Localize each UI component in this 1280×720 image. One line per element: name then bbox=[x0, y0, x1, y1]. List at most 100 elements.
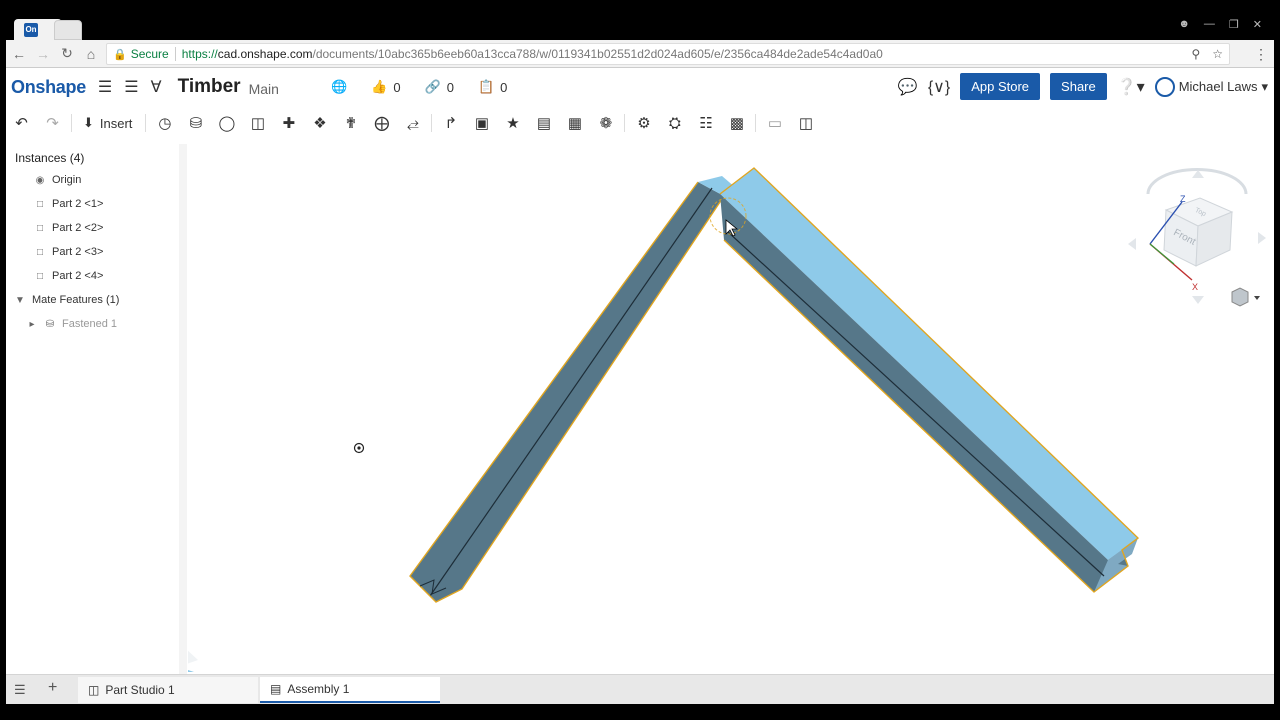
chevron-down-icon[interactable]: ▼ bbox=[14, 295, 26, 306]
view-cube-right-arrow-icon[interactable] bbox=[1258, 232, 1266, 244]
help-icon[interactable]: ❔▾ bbox=[1117, 77, 1145, 97]
panel-scrollbar[interactable] bbox=[179, 144, 187, 674]
list-item-part[interactable]: □ Part 2 <4> bbox=[6, 264, 188, 288]
screw-relation-icon[interactable]: ☷ bbox=[690, 114, 721, 132]
share-button[interactable]: Share bbox=[1050, 73, 1107, 100]
link-icon[interactable]: 🔗 bbox=[425, 79, 441, 95]
tangent-mate-icon[interactable]: ↱ bbox=[435, 114, 466, 132]
forward-icon[interactable]: → bbox=[32, 46, 54, 62]
url-omnibox[interactable]: 🔒 Secure https://cad.onshape.com/documen… bbox=[106, 43, 1230, 65]
pin-slot-mate-icon[interactable]: ✟ bbox=[335, 114, 366, 132]
profile-icon[interactable]: ☻ bbox=[1178, 18, 1190, 31]
mate-features-header[interactable]: ▼ Mate Features (1) bbox=[6, 288, 188, 312]
tab-filter-icon[interactable]: ☰ bbox=[14, 682, 26, 698]
branch-name[interactable]: Main bbox=[249, 81, 279, 97]
cylindrical-mate-icon[interactable]: ❖ bbox=[304, 114, 335, 132]
list-item-part[interactable]: □ Part 2 <3> bbox=[6, 240, 188, 264]
relation-icon[interactable]: ▤ bbox=[528, 114, 559, 132]
assembly-icon: ▤ bbox=[270, 682, 282, 696]
back-icon[interactable]: ← bbox=[8, 46, 30, 62]
list-item-part[interactable]: □ Part 2 <1> bbox=[6, 192, 188, 216]
browser-window: On ☻ — ❐ ✕ ← → ↻ ⌂ 🔒 Secure https://cad.… bbox=[6, 16, 1274, 704]
part-icon: □ bbox=[36, 246, 44, 258]
list-item-label: Part 2 <2> bbox=[52, 222, 104, 234]
list-item-label: Part 2 <1> bbox=[52, 198, 104, 210]
copies-count: 0 bbox=[500, 79, 508, 95]
axis-z-label: Z bbox=[1180, 194, 1186, 204]
insert-label: Insert bbox=[99, 115, 133, 131]
tab-part-studio[interactable]: ◫ Part Studio 1 bbox=[78, 677, 258, 703]
minimize-icon[interactable]: — bbox=[1204, 18, 1215, 31]
circular-pattern-icon[interactable]: ❁ bbox=[590, 114, 621, 132]
group-icon[interactable]: ★ bbox=[497, 114, 528, 132]
element-tab-bar: ☰ + ◫ Part Studio 1 ▤ Assembly 1 bbox=[6, 674, 1274, 704]
home-icon[interactable]: ⌂ bbox=[80, 46, 102, 62]
linear-pattern-icon[interactable]: ▦ bbox=[559, 114, 590, 132]
browser-menu-icon[interactable]: ⋮ bbox=[1254, 46, 1268, 63]
tree-add-icon[interactable]: ∀ bbox=[151, 77, 162, 97]
left-beam-side-face[interactable] bbox=[410, 182, 724, 602]
chevron-right-icon[interactable]: ▸ bbox=[26, 319, 38, 330]
app-store-button[interactable]: App Store bbox=[960, 73, 1041, 100]
background-ghost-shape bbox=[188, 650, 198, 664]
restore-icon[interactable]: ❐ bbox=[1229, 18, 1239, 31]
reload-icon[interactable]: ↻ bbox=[56, 45, 78, 62]
add-tab-icon[interactable]: + bbox=[48, 679, 57, 697]
close-window-icon[interactable]: ✕ bbox=[1253, 18, 1262, 31]
section-view-icon[interactable]: ◫ bbox=[790, 114, 821, 132]
list-item-part[interactable]: □ Part 2 <2> bbox=[6, 216, 188, 240]
view-cube-left-arrow-icon[interactable] bbox=[1128, 238, 1136, 250]
onshape-logo[interactable]: Onshape bbox=[11, 77, 86, 98]
view-cube-down-arrow-icon[interactable] bbox=[1192, 296, 1204, 304]
view-options-dropdown[interactable] bbox=[1231, 287, 1260, 307]
fastened-mate-icon[interactable]: ⛁ bbox=[180, 114, 211, 132]
planar-mate-icon[interactable]: ✚ bbox=[273, 114, 304, 132]
undo-icon[interactable]: ↶ bbox=[6, 114, 37, 132]
ball-mate-icon[interactable]: ⨁ bbox=[366, 114, 397, 132]
rack-pinion-icon[interactable]: ⛭ bbox=[659, 115, 690, 132]
linear-relation-icon[interactable]: ▩ bbox=[721, 114, 752, 132]
insert-icon: ⬇ bbox=[83, 115, 94, 130]
new-tab-button[interactable] bbox=[54, 20, 82, 40]
feature-list-icon[interactable]: ☰ bbox=[124, 77, 138, 97]
chevron-down-icon: ▾ bbox=[1261, 78, 1268, 94]
mate-connector-icon[interactable]: ▣ bbox=[466, 114, 497, 132]
left-beam-edge bbox=[429, 187, 713, 597]
explode-icon[interactable]: ▭ bbox=[759, 114, 790, 132]
part-studio-icon: ◫ bbox=[88, 683, 100, 697]
public-globe-icon[interactable]: 🌐 bbox=[331, 79, 347, 95]
zoom-icon[interactable]: ⚲ bbox=[1191, 47, 1200, 61]
document-title[interactable]: Timber bbox=[178, 76, 241, 98]
instances-header[interactable]: Instances (4) bbox=[6, 144, 188, 168]
mate-features-label: Mate Features (1) bbox=[32, 294, 120, 306]
copy-icon[interactable]: 📋 bbox=[478, 79, 494, 95]
lock-icon: 🔒 bbox=[113, 48, 127, 61]
hamburger-menu-icon[interactable]: ☰ bbox=[98, 77, 112, 97]
insert-button[interactable]: ⬇ Insert bbox=[83, 115, 132, 131]
tab-assembly[interactable]: ▤ Assembly 1 bbox=[260, 677, 440, 703]
view-cube[interactable]: Front Top Z X bbox=[1128, 168, 1266, 305]
assembly-toolbar: ↶ ↷ ⬇ Insert ◷ ⛁ ◯ ◫ ✚ ❖ ✟ ⨁ ⥄ ↱ ▣ ★ ▤ ▦… bbox=[6, 107, 1274, 139]
like-icon[interactable]: 👍 bbox=[371, 79, 387, 95]
comment-icon[interactable]: 💬 bbox=[898, 77, 918, 97]
list-item-origin[interactable]: ◉ Origin bbox=[6, 168, 188, 192]
gear-relation-icon[interactable]: ⚙ bbox=[628, 114, 659, 132]
bookmark-star-icon[interactable]: ☆ bbox=[1212, 47, 1223, 61]
graphics-viewport[interactable]: Front Top Z X bbox=[188, 140, 1274, 674]
redo-icon[interactable]: ↷ bbox=[37, 114, 68, 132]
view-cube-up-arrow-icon[interactable] bbox=[1192, 170, 1204, 178]
right-beam-side-face[interactable] bbox=[720, 194, 1128, 592]
user-menu[interactable]: Michael Laws ▾ bbox=[1154, 76, 1268, 97]
model-canvas[interactable]: Front Top Z X bbox=[188, 140, 1274, 674]
featurescript-icon[interactable]: {∨} bbox=[928, 77, 950, 97]
url-scheme: https:// bbox=[181, 47, 218, 61]
view-options-cube-icon bbox=[1231, 287, 1249, 307]
replicate-icon[interactable]: ◷ bbox=[149, 114, 180, 132]
slider-mate-icon[interactable]: ◫ bbox=[242, 114, 273, 132]
revolute-mate-icon[interactable]: ◯ bbox=[211, 114, 242, 132]
right-beam-top-face[interactable] bbox=[720, 168, 1138, 560]
list-item-label: Fastened 1 bbox=[62, 318, 118, 330]
list-item-mate[interactable]: ▸ ⛁ Fastened 1 bbox=[6, 312, 188, 336]
parallel-mate-icon[interactable]: ⥄ bbox=[397, 115, 428, 132]
part-icon: □ bbox=[36, 198, 44, 210]
